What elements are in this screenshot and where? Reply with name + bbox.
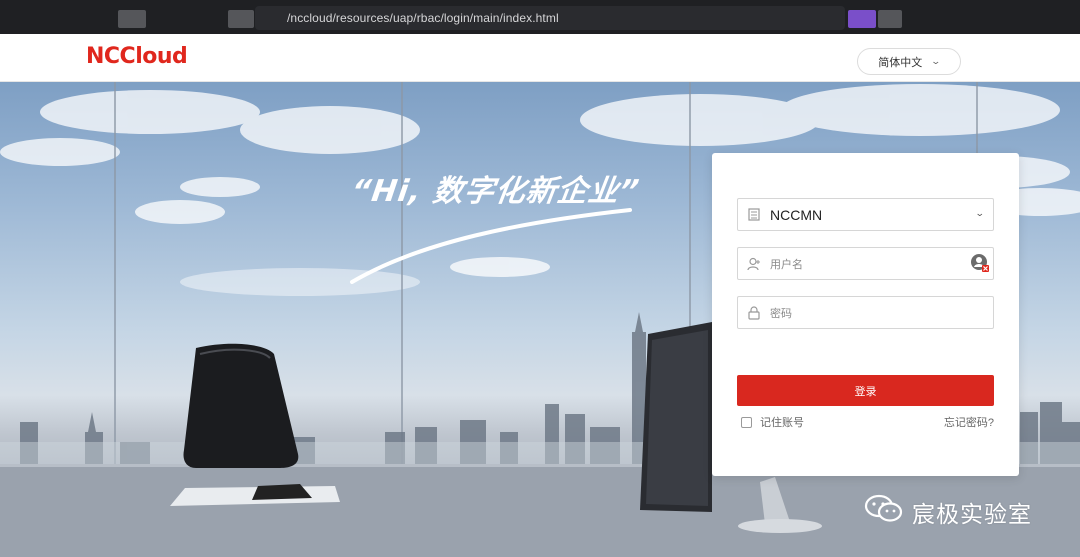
remember-checkbox[interactable] [741,416,752,428]
redacted-icon [878,10,902,28]
password-manager-icon[interactable] [969,252,991,274]
user-add-icon [746,256,762,272]
app-header: NCCloud 简体中文 ⌄ [0,34,1080,82]
lock-icon [746,305,762,321]
wechat-watermark: 宸极实验室 [864,493,1032,530]
nccloud-logo[interactable]: NCCloud [86,44,188,69]
extension-icon[interactable] [848,10,876,28]
password-placeholder: 密码 [770,307,792,320]
browser-toolbar: /nccloud/resources/uap/rbac/login/main/i… [0,0,1080,34]
forgot-password-link[interactable]: 忘记密码? [944,414,994,430]
tenant-value: NCCMN [770,206,823,223]
office-chair [183,343,299,468]
language-select[interactable]: 简体中文 ⌄ [857,48,961,75]
username-placeholder: 用户名 [770,258,803,271]
wechat-icon [864,493,904,530]
chevron-down-icon: ⌄ [930,56,942,66]
language-label: 简体中文 [878,56,923,69]
redacted-tab [118,10,146,28]
login-button[interactable]: 登录 [737,375,994,406]
login-card: NCCMN ⌄ 用户名 密码 登录 记住账号 忘记密码? [712,153,1019,476]
chevron-down-icon: ⌄ [975,208,986,218]
hero-slogan: “Hi, 数字化新企业” [349,174,642,209]
username-field[interactable]: 用户名 [737,247,994,280]
tenant-select[interactable]: NCCMN ⌄ [737,198,994,231]
watermark-text: 宸极实验室 [912,501,1032,528]
address-bar-url[interactable]: /nccloud/resources/uap/rbac/login/main/i… [287,11,559,25]
remember-account[interactable]: 记住账号 [741,414,804,430]
password-field[interactable]: 密码 [737,296,994,329]
building-icon [746,207,762,223]
redacted-tab [228,10,254,28]
remember-label: 记住账号 [760,417,804,429]
